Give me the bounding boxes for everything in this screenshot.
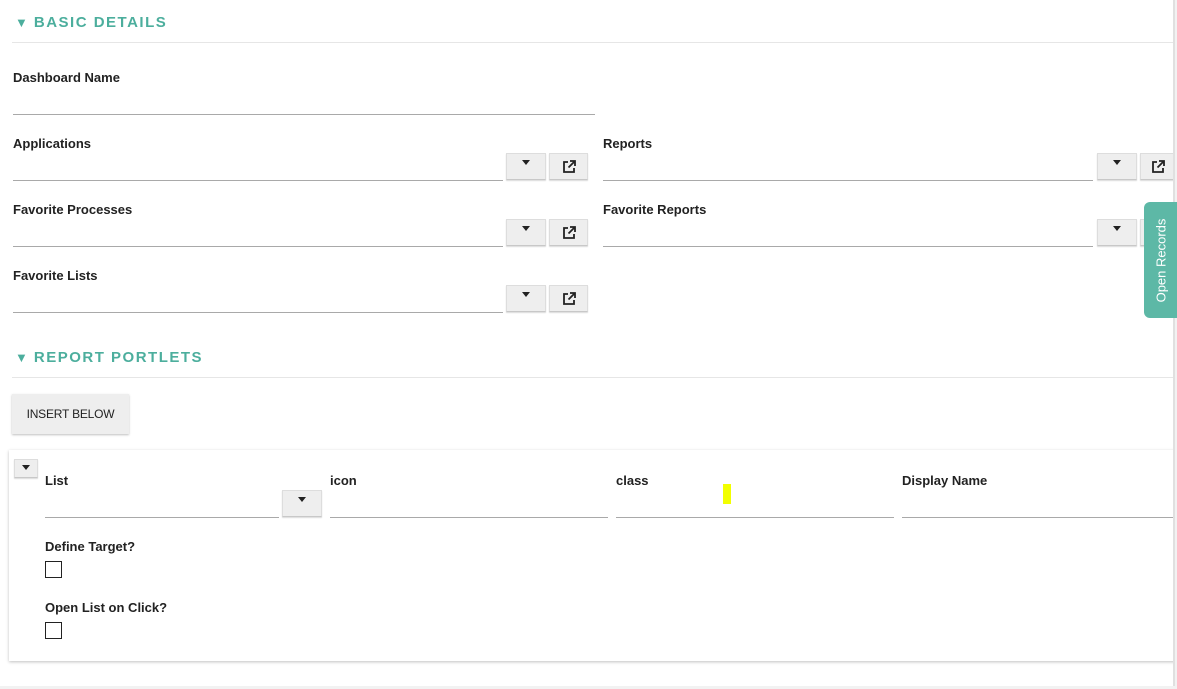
portlet-card: List icon class Display Name Define Targ… <box>9 450 1173 661</box>
list-input[interactable] <box>45 517 279 518</box>
reports-label: Reports <box>603 136 653 151</box>
applications-open-button[interactable] <box>549 153 588 180</box>
display-name-input[interactable] <box>902 517 1173 518</box>
caret-down-icon <box>1113 160 1121 165</box>
insert-below-button[interactable]: INSERT BELOW <box>12 394 129 434</box>
favorite-processes-input[interactable] <box>13 246 503 247</box>
caret-down-icon <box>22 465 30 470</box>
form-page: ▼ BASIC DETAILS Dashboard Name Applicati… <box>0 0 1175 686</box>
caret-down-icon <box>522 292 530 297</box>
define-target-label: Define Target? <box>45 539 136 554</box>
list-label: List <box>45 473 69 488</box>
applications-dropdown-button[interactable] <box>506 153 546 180</box>
dashboard-name-input[interactable] <box>13 114 595 115</box>
collapse-triangle-icon: ▼ <box>15 349 28 365</box>
text-cursor-highlight <box>723 484 731 504</box>
external-link-icon <box>562 225 576 239</box>
report-portlets-header[interactable]: ▼ REPORT PORTLETS <box>15 346 203 368</box>
favorite-lists-open-button[interactable] <box>549 285 588 312</box>
external-link-icon <box>1151 159 1165 173</box>
basic-details-title: BASIC DETAILS <box>33 13 168 31</box>
report-portlets-title: REPORT PORTLETS <box>33 348 204 366</box>
applications-input[interactable] <box>13 180 503 181</box>
external-link-icon <box>562 159 576 173</box>
class-input[interactable] <box>616 517 894 518</box>
caret-down-icon <box>298 497 306 502</box>
open-records-tab[interactable]: Open Records <box>1144 202 1177 318</box>
favorite-lists-dropdown-button[interactable] <box>506 285 546 312</box>
open-list-on-click-label: Open List on Click? <box>45 600 168 615</box>
favorite-lists-input[interactable] <box>13 312 503 313</box>
list-dropdown-button[interactable] <box>282 490 322 517</box>
applications-label: Applications <box>13 136 92 151</box>
icon-input[interactable] <box>330 517 608 518</box>
caret-down-icon <box>522 226 530 231</box>
basic-details-header[interactable]: ▼ BASIC DETAILS <box>15 11 167 33</box>
open-records-label: Open Records <box>1153 218 1169 302</box>
open-list-on-click-checkbox[interactable] <box>45 622 62 639</box>
icon-label: icon <box>330 473 357 488</box>
reports-open-button[interactable] <box>1140 153 1173 180</box>
external-link-icon <box>562 291 576 305</box>
dashboard-name-label: Dashboard Name <box>13 70 120 85</box>
define-target-checkbox[interactable] <box>45 561 62 578</box>
favorite-reports-label: Favorite Reports <box>603 202 707 217</box>
reports-dropdown-button[interactable] <box>1097 153 1137 180</box>
caret-down-icon <box>522 160 530 165</box>
section-divider <box>12 42 1173 43</box>
display-name-label: Display Name <box>902 473 988 488</box>
class-label: class <box>616 473 649 488</box>
reports-input[interactable] <box>603 180 1093 181</box>
favorite-reports-dropdown-button[interactable] <box>1097 219 1137 246</box>
section-divider <box>12 377 1173 378</box>
favorite-processes-dropdown-button[interactable] <box>506 219 546 246</box>
collapse-triangle-icon: ▼ <box>15 14 28 30</box>
favorite-processes-open-button[interactable] <box>549 219 588 246</box>
caret-down-icon <box>1113 226 1121 231</box>
favorite-lists-label: Favorite Lists <box>13 268 98 283</box>
portlet-menu-button[interactable] <box>14 459 38 478</box>
favorite-processes-label: Favorite Processes <box>13 202 133 217</box>
favorite-reports-input[interactable] <box>603 246 1093 247</box>
